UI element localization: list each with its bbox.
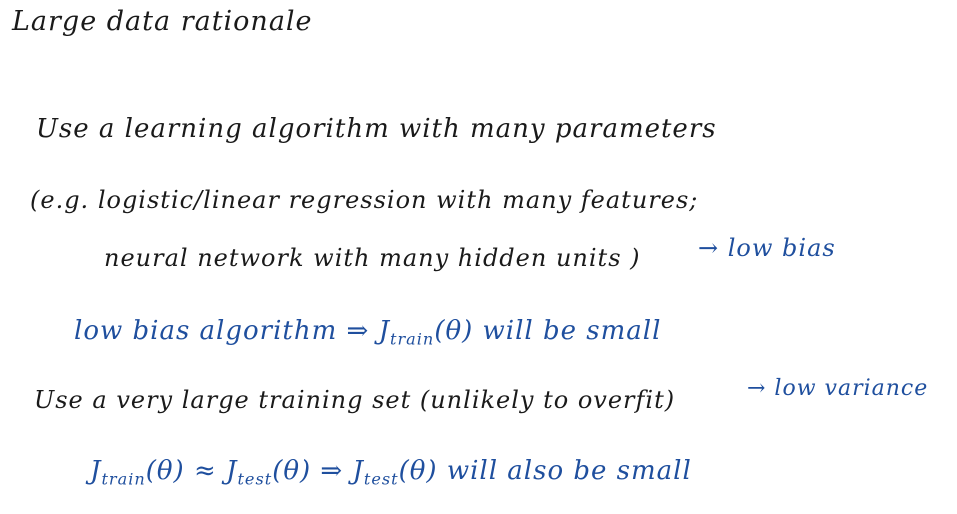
note-line-low-bias-algorithm: low bias algorithm ⇒ Jtrain(θ) will be s…	[74, 318, 661, 348]
note-line-large-training-set: Use a very large training set (unlikely …	[34, 386, 676, 414]
note-line-neural-network: neural network with many hidden units )	[104, 244, 641, 272]
note-line-jtrain-jtest: Jtrain(θ) ≈ Jtest(θ) ⇒ Jtest(θ) will als…	[90, 458, 692, 488]
jtest-implies: (θ) ⇒ J	[272, 456, 364, 486]
low-bias-suffix: (θ) will be small	[434, 316, 662, 346]
note-line-example-regression: (e.g. logistic/linear regression with ma…	[30, 186, 699, 214]
jtrain-symbol: J	[90, 456, 102, 486]
jtrain-approx: (θ) ≈ J	[145, 456, 238, 486]
train-subscript: train	[390, 329, 435, 349]
jtest-conclusion: (θ) will also be small	[398, 456, 692, 486]
page-title: Large data rationale	[12, 6, 313, 37]
jtest-subscript: test	[237, 469, 273, 489]
note-low-bias-annotation: → low bias	[698, 234, 836, 262]
note-low-variance-annotation: → low variance	[747, 376, 929, 401]
jtrain-subscript: train	[101, 469, 146, 489]
jtest-subscript-2: test	[363, 469, 399, 489]
note-line-many-parameters: Use a learning algorithm with many param…	[36, 114, 717, 144]
low-bias-prefix: low bias algorithm ⇒ J	[74, 316, 390, 346]
